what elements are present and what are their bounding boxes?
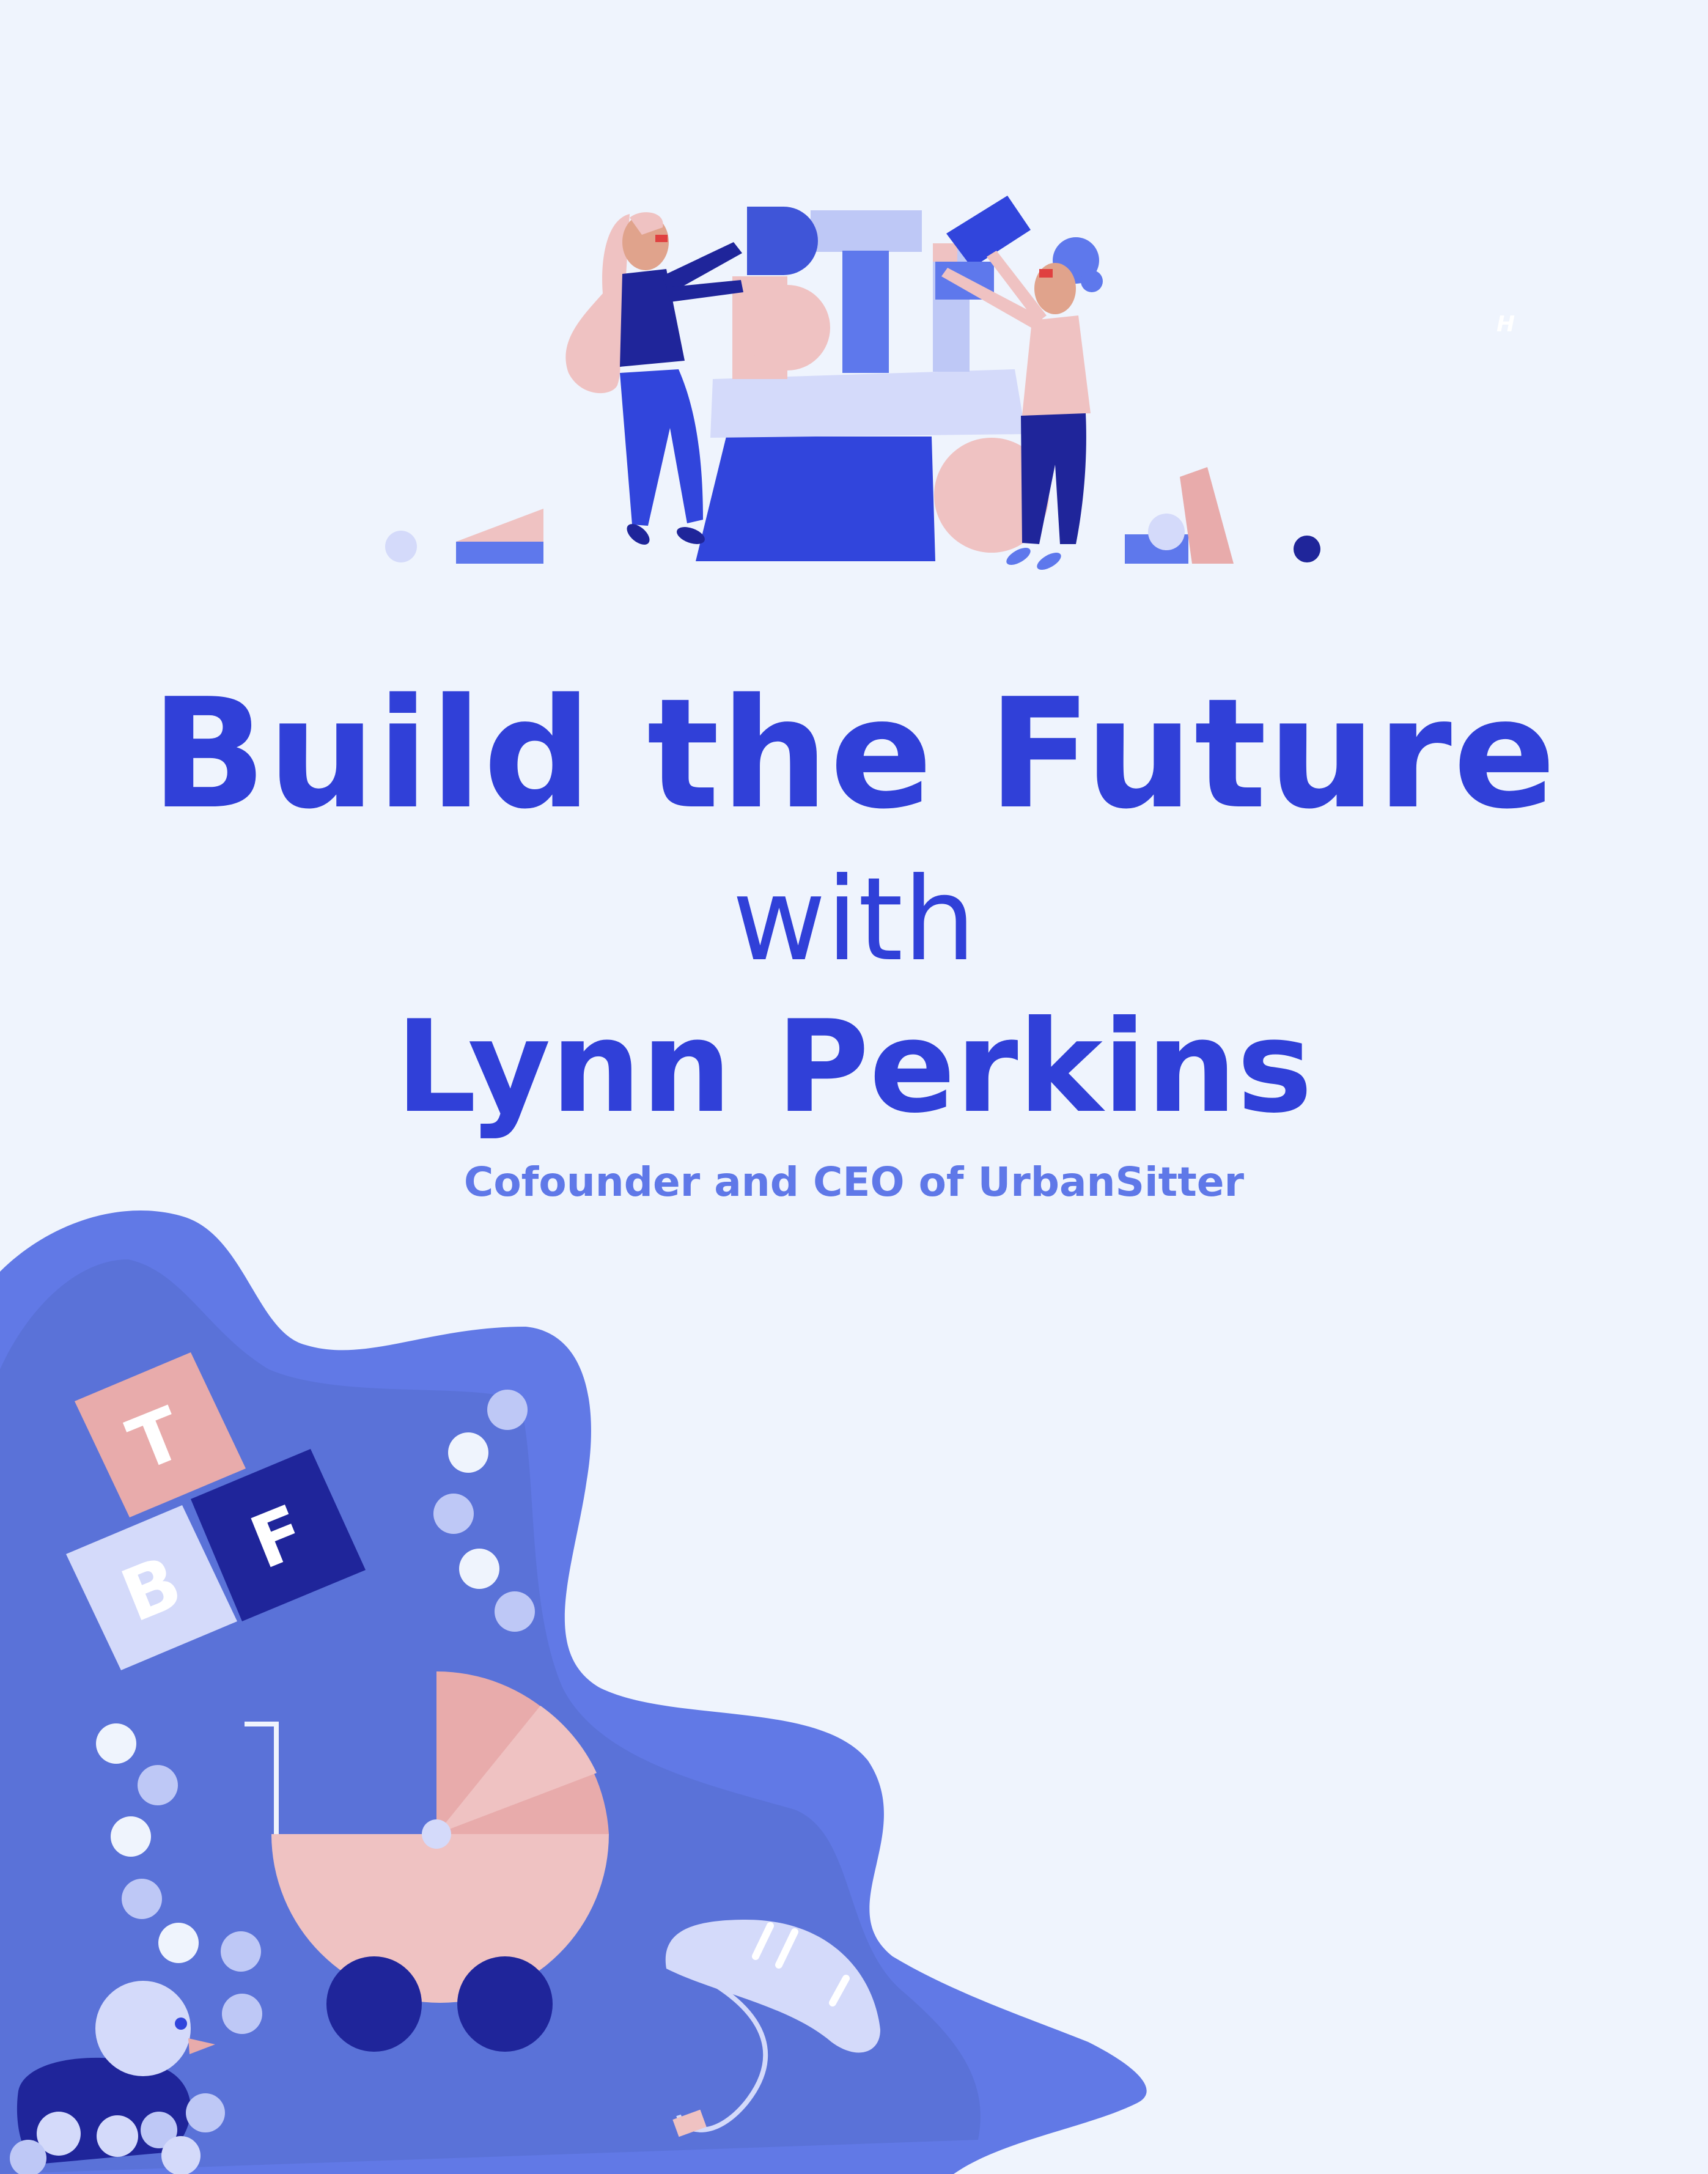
baby-toys-illustration: T B F: [0, 1210, 1147, 2174]
tower-slab: [710, 369, 1026, 438]
t-block-top: [811, 210, 922, 252]
stroller-wheel-right: [457, 1956, 553, 2052]
lavender-dot: [385, 531, 417, 562]
blue-bar: [456, 542, 543, 564]
title-line-1: Build the Future: [150, 666, 1558, 842]
stroller-wheel-left: [326, 1956, 422, 2052]
blue-d-block: [747, 207, 818, 275]
t-block-stem: [842, 251, 889, 373]
title-line-2: with: [732, 853, 976, 987]
lavender-dome: [1148, 514, 1185, 550]
pink-stub: [933, 243, 957, 262]
navy-dot: [1294, 536, 1320, 562]
pink-round-block: [745, 285, 830, 370]
tower-base: [696, 437, 935, 561]
title-speaker-name: Lynn Perkins: [395, 993, 1313, 1141]
corner-watermark: H: [1496, 312, 1515, 337]
pink-ramp: [456, 509, 543, 542]
building-blocks-illustration: [385, 196, 1320, 570]
